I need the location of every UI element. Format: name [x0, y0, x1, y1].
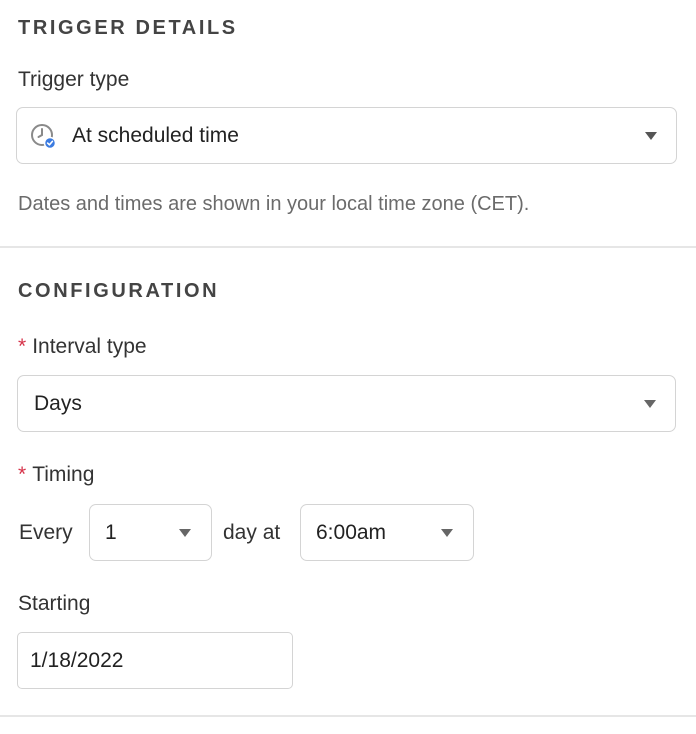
trigger-details-title: TRIGGER DETAILS [18, 17, 238, 39]
section-divider [0, 246, 696, 248]
clock-check-icon [30, 123, 57, 150]
trigger-type-label: Trigger type [18, 68, 130, 91]
time-select[interactable]: 6:00am [300, 504, 474, 561]
day-at-label: day at [223, 521, 281, 544]
chevron-down-icon [179, 528, 191, 537]
chevron-down-icon [645, 131, 657, 140]
interval-count-value: 1 [105, 520, 117, 544]
interval-type-label-text: Interval type [32, 335, 147, 358]
time-value: 6:00am [316, 520, 387, 544]
section-divider-bottom [0, 715, 696, 717]
trigger-type-select[interactable]: At scheduled time [16, 107, 677, 164]
configuration-title: CONFIGURATION [18, 280, 220, 302]
required-marker: * [18, 463, 27, 486]
interval-count-select[interactable]: 1 [89, 504, 212, 561]
timing-label-text: Timing [32, 463, 95, 486]
starting-label: Starting [18, 592, 91, 615]
interval-type-select[interactable]: Days [17, 375, 676, 432]
every-label: Every [19, 521, 73, 544]
timing-label: * Timing [18, 463, 94, 487]
chevron-down-icon [644, 399, 656, 408]
required-marker: * [18, 335, 27, 358]
chevron-down-icon [441, 528, 453, 537]
interval-type-value: Days [34, 391, 82, 415]
timezone-note: Dates and times are shown in your local … [18, 193, 530, 215]
trigger-type-value: At scheduled time [72, 123, 239, 147]
starting-date-input[interactable] [17, 632, 293, 689]
interval-type-label: * Interval type [18, 335, 147, 359]
